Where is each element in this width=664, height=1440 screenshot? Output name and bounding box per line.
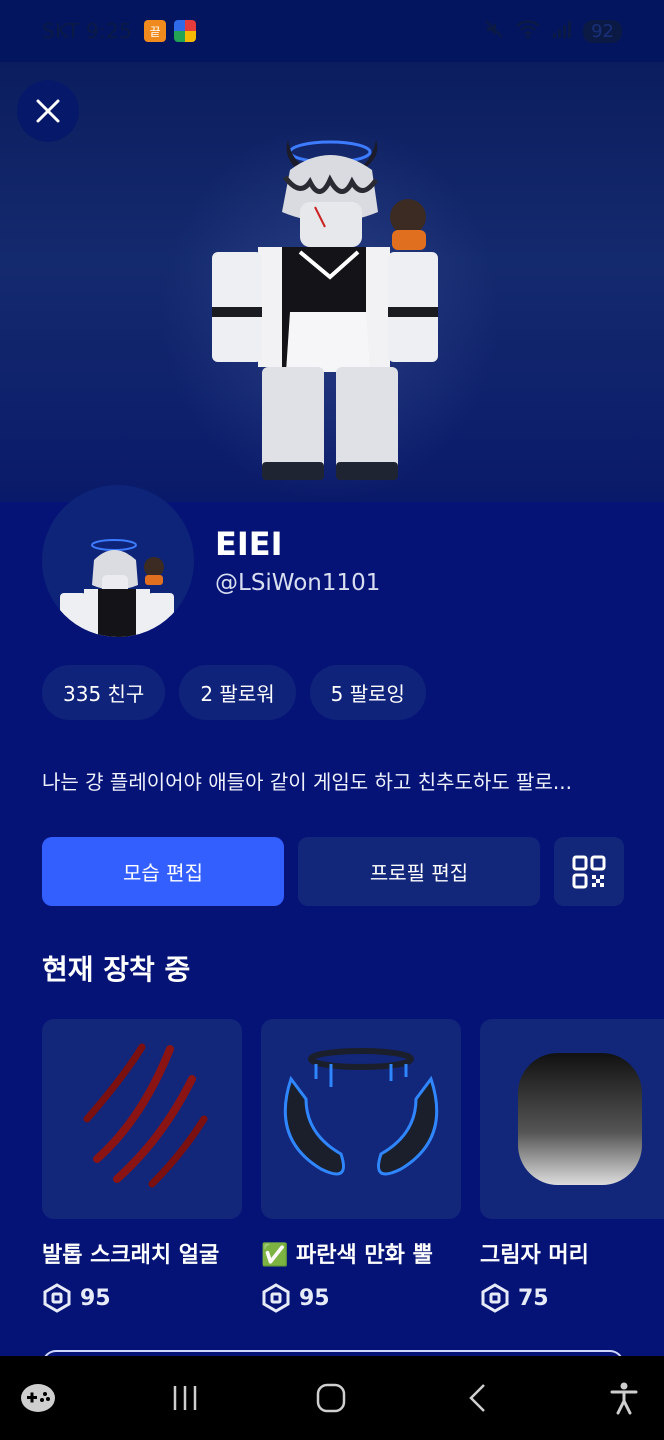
gamepad-icon bbox=[21, 1384, 55, 1412]
back-icon bbox=[468, 1384, 485, 1412]
item-price: 75 bbox=[480, 1283, 664, 1313]
stats-row: 335 친구 2 팔로워 5 팔로잉 bbox=[42, 665, 426, 720]
item-name: 그림자 머리 bbox=[480, 1243, 589, 1268]
item-name: ✅ 파란색 만화 뿔 bbox=[261, 1243, 433, 1268]
qr-code-icon bbox=[572, 855, 606, 888]
close-button[interactable] bbox=[17, 80, 79, 142]
mute-icon bbox=[483, 18, 505, 45]
followers-pill[interactable]: 2 팔로워 bbox=[179, 665, 296, 720]
avatar-hero bbox=[0, 62, 664, 502]
close-icon bbox=[36, 99, 60, 123]
item-thumbnail[interactable] bbox=[42, 1019, 242, 1219]
battery-indicator: 92 bbox=[583, 19, 622, 43]
item-name: 발톱 스크래치 얼굴 bbox=[42, 1243, 220, 1268]
item-price-value: 95 bbox=[80, 1285, 111, 1311]
item-thumbnail[interactable] bbox=[480, 1019, 664, 1219]
item-price: 95 bbox=[42, 1283, 242, 1313]
item-price: 95 bbox=[261, 1283, 461, 1313]
item-price-value: 95 bbox=[299, 1285, 330, 1311]
friends-pill[interactable]: 335 친구 bbox=[42, 665, 166, 720]
action-buttons: 모습 편집 프로필 편집 bbox=[42, 837, 624, 906]
qr-code-button[interactable] bbox=[554, 837, 624, 906]
robux-icon bbox=[262, 1283, 290, 1313]
robux-icon bbox=[481, 1283, 509, 1313]
system-nav-bar bbox=[0, 1356, 664, 1440]
avatar-figure bbox=[212, 140, 438, 480]
display-name: EIEI bbox=[215, 525, 283, 563]
list-item[interactable]: 그림자 머리 75 bbox=[480, 1019, 664, 1313]
currently-wearing-title: 현재 장착 중 bbox=[42, 953, 191, 986]
notification-app-icon: 끝 bbox=[144, 20, 167, 42]
recent-apps-button[interactable] bbox=[165, 1378, 205, 1418]
profile-bio[interactable]: 나는 걍 플레이어야 애들아 같이 게임도 하고 친추도하도 팔로... bbox=[42, 766, 632, 795]
status-time: SKT 9:25 bbox=[42, 19, 133, 43]
claw-scratch-icon bbox=[83, 1043, 208, 1188]
wearing-items-list: 발톱 스크래치 얼굴 95 ✅ 파란색 만화 뿔 95 그림자 머리 75 bbox=[42, 1019, 664, 1313]
accessibility-button[interactable] bbox=[604, 1378, 644, 1418]
list-item[interactable]: ✅ 파란색 만화 뿔 95 bbox=[261, 1019, 461, 1313]
list-item[interactable]: 발톱 스크래치 얼굴 95 bbox=[42, 1019, 242, 1313]
robux-icon bbox=[43, 1283, 71, 1313]
username: @LSiWon1101 bbox=[215, 570, 381, 596]
game-launcher-button[interactable] bbox=[18, 1378, 58, 1418]
home-icon bbox=[316, 1383, 346, 1413]
signal-icon bbox=[551, 19, 573, 44]
item-price-value: 75 bbox=[518, 1285, 549, 1311]
wifi-icon bbox=[515, 19, 541, 44]
status-bar: SKT 9:25 끝 92 bbox=[0, 0, 664, 62]
shadow-head-icon bbox=[518, 1053, 642, 1185]
accessibility-icon bbox=[610, 1382, 638, 1415]
following-pill[interactable]: 5 팔로잉 bbox=[309, 665, 426, 720]
item-thumbnail[interactable] bbox=[261, 1019, 461, 1219]
avatar[interactable] bbox=[42, 485, 194, 637]
home-button[interactable] bbox=[311, 1378, 351, 1418]
notification-app-icon-2 bbox=[174, 20, 197, 42]
blue-horns-icon bbox=[283, 1048, 439, 1176]
edit-avatar-button[interactable]: 모습 편집 bbox=[42, 837, 284, 906]
edit-profile-button[interactable]: 프로필 편집 bbox=[298, 837, 540, 906]
recent-apps-icon bbox=[173, 1386, 196, 1410]
back-button[interactable] bbox=[458, 1378, 498, 1418]
